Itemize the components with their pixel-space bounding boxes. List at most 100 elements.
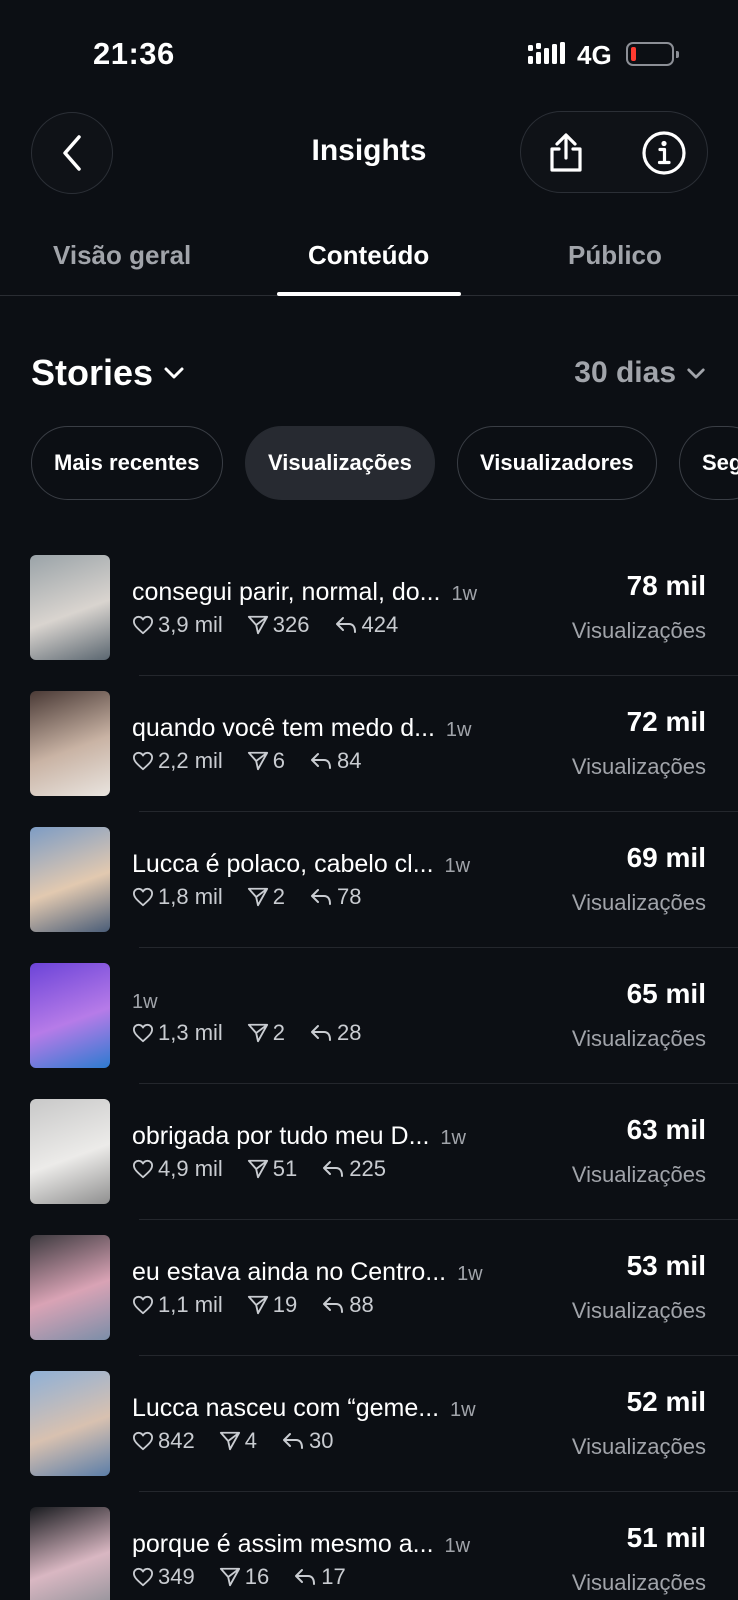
likes-count: 1,1 mil xyxy=(158,1292,223,1317)
likes-count: 3,9 mil xyxy=(158,612,223,637)
views-count: 78 mil xyxy=(626,570,706,601)
heart-icon xyxy=(133,1023,153,1043)
status-time: 21:36 xyxy=(93,36,175,71)
story-caption: porque é assim mesmo a... 1w xyxy=(132,1530,471,1558)
story-metrics: 2,2 mil 6 84 xyxy=(132,748,386,774)
paper-plane-icon xyxy=(247,751,268,771)
story-thumbnail[interactable] xyxy=(30,827,110,932)
story-row[interactable]: 1w 1,3 mil 2 28 65 mil Visualizações xyxy=(0,948,738,1084)
shares-count: 19 xyxy=(272,1292,298,1317)
story-row[interactable]: consegui parir, normal, do... 1w 3,9 mil… xyxy=(0,540,738,676)
heart-icon xyxy=(133,751,153,771)
paper-plane-icon xyxy=(247,1159,268,1179)
story-row[interactable]: Lucca é polaco, cabelo cl... 1w 1,8 mil … xyxy=(0,812,738,948)
heart-icon xyxy=(133,1431,153,1451)
paper-plane-icon xyxy=(219,1431,240,1451)
story-thumbnail[interactable] xyxy=(30,691,110,796)
reply-icon xyxy=(282,1433,303,1449)
story-row[interactable]: eu estava ainda no Centro... 1w 1,1 mil … xyxy=(0,1220,738,1356)
story-thumbnail[interactable] xyxy=(30,1507,110,1600)
views-count: 69 mil xyxy=(626,842,706,873)
views-count: 51 mil xyxy=(626,1522,706,1553)
paper-plane-icon xyxy=(219,1567,240,1587)
reply-icon xyxy=(323,1297,344,1313)
heart-icon xyxy=(133,1159,153,1179)
share-button[interactable] xyxy=(539,126,593,180)
story-thumbnail[interactable] xyxy=(30,1235,110,1340)
replies-count: 17 xyxy=(321,1564,346,1589)
views-label: Visualizações xyxy=(571,1298,706,1323)
views-count: 63 mil xyxy=(626,1114,706,1145)
replies-count: 30 xyxy=(308,1428,334,1453)
story-thumbnail[interactable] xyxy=(30,555,110,660)
info-icon xyxy=(642,131,686,175)
tab-visao-geral[interactable]: Visão geral xyxy=(53,240,191,271)
status-bar: 21:36 4G xyxy=(0,0,738,100)
story-thumbnail[interactable] xyxy=(30,1371,110,1476)
views-count: 72 mil xyxy=(626,706,706,737)
tab-bar: Visão geral Conteúdo Público xyxy=(0,230,738,296)
header-actions xyxy=(520,111,708,193)
views-label: Visualizações xyxy=(571,1570,706,1595)
replies-count: 84 xyxy=(337,748,362,773)
story-caption: obrigada por tudo meu D... 1w xyxy=(132,1122,466,1150)
views-label: Visualizações xyxy=(571,1434,706,1459)
replies-count: 88 xyxy=(349,1292,374,1317)
signal-icon xyxy=(528,42,565,64)
info-button[interactable] xyxy=(637,126,691,180)
sort-filter-chips: Mais recentes Visualizações Visualizador… xyxy=(0,426,738,502)
chip-visualizadores[interactable]: Visualizadores xyxy=(457,426,657,500)
story-caption: quando você tem medo d... 1w xyxy=(132,714,472,742)
tab-conteudo[interactable]: Conteúdo xyxy=(308,240,429,271)
content-type-dropdown[interactable]: Stories xyxy=(31,352,185,394)
story-row[interactable]: quando você tem medo d... 1w 2,2 mil 6 8… xyxy=(0,676,738,812)
shares-count: 16 xyxy=(244,1564,270,1589)
paper-plane-icon xyxy=(247,887,268,907)
views-count: 65 mil xyxy=(626,978,706,1009)
heart-icon xyxy=(133,1295,153,1315)
likes-count: 1,8 mil xyxy=(158,884,223,909)
shares-count: 51 xyxy=(272,1156,298,1181)
reply-icon xyxy=(323,1161,344,1177)
likes-count: 842 xyxy=(158,1428,195,1453)
likes-count: 1,3 mil xyxy=(158,1020,223,1045)
story-row[interactable]: Lucca nasceu com “geme... 1w 842 4 30 52… xyxy=(0,1356,738,1492)
story-thumbnail[interactable] xyxy=(30,963,110,1068)
story-metrics: 842 4 30 xyxy=(132,1428,357,1454)
chip-seguidores[interactable]: Seg xyxy=(679,426,738,500)
story-row[interactable]: porque é assim mesmo a... 1w 349 16 17 5… xyxy=(0,1492,738,1600)
chip-visualizacoes[interactable]: Visualizações xyxy=(245,426,435,500)
story-caption: Lucca nasceu com “geme... 1w xyxy=(132,1394,476,1422)
views-label: Visualizações xyxy=(571,618,706,643)
shares-count: 2 xyxy=(272,1020,286,1045)
views-label: Visualizações xyxy=(571,754,706,779)
replies-count: 225 xyxy=(349,1156,386,1181)
story-metrics: 349 16 17 xyxy=(132,1564,370,1590)
chip-mais-recentes[interactable]: Mais recentes xyxy=(31,426,223,500)
period-dropdown[interactable]: 30 dias xyxy=(574,356,706,390)
tab-publico[interactable]: Público xyxy=(568,240,662,271)
chevron-down-icon xyxy=(164,367,184,379)
reply-icon xyxy=(335,617,356,633)
reply-icon xyxy=(311,1025,332,1041)
story-metrics: 1,3 mil 2 28 xyxy=(132,1020,386,1046)
shares-count: 326 xyxy=(272,612,310,637)
heart-icon xyxy=(133,615,153,635)
shares-count: 4 xyxy=(244,1428,257,1453)
paper-plane-icon xyxy=(247,1023,268,1043)
views-label: Visualizações xyxy=(571,1162,706,1187)
story-metrics: 4,9 mil 51 225 xyxy=(132,1156,410,1182)
heart-icon xyxy=(133,1567,153,1587)
replies-count: 28 xyxy=(337,1020,362,1045)
views-label: Visualizações xyxy=(571,1026,706,1051)
story-row[interactable]: obrigada por tudo meu D... 1w 4,9 mil 51… xyxy=(0,1084,738,1220)
views-count: 53 mil xyxy=(626,1250,706,1281)
network-type: 4G xyxy=(577,40,612,70)
shares-count: 6 xyxy=(272,748,286,773)
battery-icon xyxy=(626,42,679,66)
story-metrics: 3,9 mil 326 424 xyxy=(132,612,422,638)
story-caption: consegui parir, normal, do... 1w xyxy=(132,578,478,606)
likes-count: 4,9 mil xyxy=(158,1156,223,1181)
story-thumbnail[interactable] xyxy=(30,1099,110,1204)
likes-count: 349 xyxy=(158,1564,195,1589)
